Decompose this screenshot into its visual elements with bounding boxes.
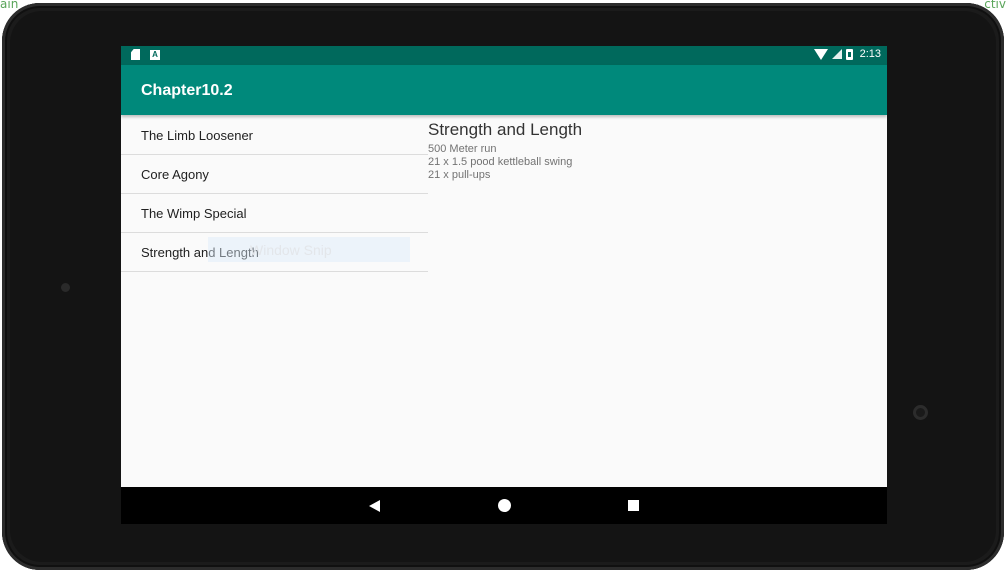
background-text-fragment-left: ain: [0, 0, 19, 11]
sdcard-icon: [131, 49, 140, 60]
recents-icon[interactable]: [628, 500, 639, 511]
device-screen: A 2:13 Chapter10.2 The Limb Loosener Cor…: [121, 46, 887, 524]
app-bar: Chapter10.2: [121, 65, 887, 115]
sensor-icon: [913, 405, 928, 420]
a-notification-icon: A: [150, 49, 160, 60]
workout-list-item-label: Core Agony: [141, 167, 209, 182]
app-title: Chapter10.2: [141, 82, 233, 99]
workout-detail-line: 21 x 1.5 pood kettleball swing: [428, 156, 573, 168]
front-camera-icon: [61, 283, 70, 292]
workout-detail-line: 21 x pull-ups: [428, 169, 491, 181]
workout-list-item[interactable]: Core Agony: [121, 155, 428, 194]
back-icon[interactable]: [369, 500, 380, 512]
workout-detail-title: Strength and Length: [428, 120, 583, 139]
workout-list-item[interactable]: The Limb Loosener: [121, 116, 428, 155]
workout-detail: Strength and Length 500 Meter run 21 x 1…: [428, 120, 582, 182]
window-snip-label: Window Snip: [250, 242, 332, 258]
wifi-icon: [813, 48, 828, 60]
workout-detail-line: 500 Meter run: [428, 143, 497, 155]
navigation-bar: [121, 487, 887, 524]
battery-icon: [845, 48, 853, 60]
workout-list-item-label: The Wimp Special: [141, 206, 247, 221]
status-bar: A 2:13: [121, 46, 887, 65]
workout-list-item-label: The Limb Loosener: [141, 128, 254, 143]
workout-list-item[interactable]: The Wimp Special: [121, 194, 428, 233]
signal-icon: [831, 49, 842, 59]
home-icon[interactable]: [498, 499, 511, 512]
status-time: 2:13: [859, 48, 881, 60]
